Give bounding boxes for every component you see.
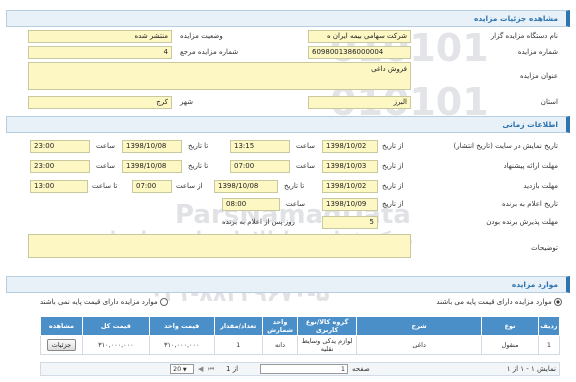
city-label: شهر	[180, 98, 193, 106]
ref-label: شماره مزایده مرجع	[180, 48, 239, 56]
winner-date: 1398/10/09	[322, 198, 378, 211]
visit-from-label: از تاریخ	[382, 182, 404, 190]
page-title: مشاهده جزئیات مزایده	[473, 14, 558, 23]
display-to-date: 1398/10/08	[122, 140, 182, 153]
offer-time-label: ساعت	[296, 162, 316, 170]
status-label: وضعیت مزایده	[180, 32, 223, 40]
pager-page-label: صفحه	[352, 365, 370, 373]
visit-from-time: 07:00	[132, 180, 172, 193]
display-to-time: 23:00	[30, 140, 90, 153]
number-field: 6098001386000004	[308, 46, 411, 59]
offer-label: مهلت ارائه پیشنهاد	[503, 162, 558, 170]
radio-no-base-price-icon	[159, 298, 168, 306]
radio-has-base-price-label: موارد مزایده دارای قیمت پایه می باشند	[436, 298, 552, 306]
display-to-label: تا تاریخ	[188, 142, 209, 150]
timing-section-title: اطلاعات زمانی	[502, 120, 558, 129]
offer-from-date: 1398/10/03	[322, 160, 378, 173]
subject-field: فروش داغی	[28, 62, 411, 90]
cell-qty: 1	[213, 335, 263, 355]
cell-desc: داغی	[355, 335, 483, 355]
offer-from-time: 07:00	[230, 160, 290, 173]
cell-unit-price: ۳۱۰,۰۰۰,۰۰۰	[148, 335, 215, 355]
visit-to-label: تا تاریخ	[284, 182, 305, 190]
items-section-title: موارد مزایده	[511, 280, 558, 289]
radio-no-base-price[interactable]: موارد مزایده دارای قیمت پایه نمی باشند	[40, 296, 168, 308]
col-qty: تعداد/مقدار	[213, 316, 263, 336]
display-from-time: 13:15	[230, 140, 290, 153]
col-desc: شرح	[355, 316, 483, 336]
col-action: مشاهده	[40, 316, 83, 336]
province-label: استان	[540, 98, 558, 106]
winner-date-label: از تاریخ	[382, 200, 404, 208]
pager-first-icon[interactable]: ⏮	[208, 363, 214, 375]
city-field: کرج	[28, 96, 172, 109]
org-field: شرکت سهامی بیمه ایران ه	[308, 30, 411, 43]
col-group: گروه کالا/نوع کاربری	[297, 316, 357, 336]
org-label: نام دستگاه مزایده گزار	[490, 32, 558, 40]
accept-suffix: روز پس از اعلام به برنده	[222, 218, 295, 226]
pager-of-label: از 1	[226, 365, 239, 373]
cell-unit: دانه	[261, 335, 299, 355]
chevron-down-icon: ▼	[181, 367, 187, 373]
col-total: قیمت کل	[81, 316, 150, 336]
col-type: نوع	[481, 316, 539, 336]
cell-row: 1	[537, 335, 561, 355]
notes-label: توضیحات	[531, 244, 558, 252]
winner-time: 08:00	[222, 198, 280, 211]
display-from-label: از تاریخ	[382, 142, 404, 150]
col-unit-price: قیمت واحد	[148, 316, 215, 336]
visit-label: مهلت بازدید	[523, 182, 558, 190]
page-title-bar: مشاهده جزئیات مزایده	[6, 10, 570, 27]
cell-group: لوازم یدکی وسایط نقلیه	[297, 335, 357, 355]
cell-type: منقول	[481, 335, 539, 355]
items-section-bar: موارد مزایده	[6, 276, 570, 293]
offer-to-date: 1398/10/08	[122, 160, 182, 173]
offer-to-time-label: ساعت	[96, 162, 116, 170]
subject-label: عنوان مزایده	[519, 72, 558, 80]
display-time-label: ساعت	[296, 142, 316, 150]
display-to-time-label: ساعت	[96, 142, 116, 150]
details-button[interactable]: جزئیات	[46, 339, 77, 351]
winner-time-label: ساعت	[286, 200, 306, 208]
visit-from-date: 1398/10/02	[322, 180, 378, 193]
number-label: شماره مزایده	[517, 48, 558, 56]
winner-label: تاریخ اعلام به برنده	[501, 200, 558, 208]
cell-total: ۳۱۰,۰۰۰,۰۰۰	[81, 335, 150, 355]
visit-from-time-label: از ساعت	[176, 182, 203, 190]
offer-to-time: 23:00	[30, 160, 90, 173]
radio-no-base-price-label: موارد مزایده دارای قیمت پایه نمی باشند	[40, 298, 158, 306]
pager-page-input[interactable]: 1	[260, 364, 348, 374]
offer-from-label: از تاریخ	[382, 162, 404, 170]
items-table-header: ردیف نوع شرح گروه کالا/نوع کاربری واحد ش…	[40, 316, 561, 336]
status-field: منتشر شده	[28, 30, 172, 43]
visit-to-time-label: تا ساعت	[92, 182, 118, 190]
items-table: ردیف نوع شرح گروه کالا/نوع کاربری واحد ش…	[40, 316, 561, 355]
notes-field	[28, 234, 411, 258]
display-label: تاریخ نمایش در سایت (تاریخ انتشار)	[453, 142, 558, 150]
cell-action: جزئیات	[40, 335, 83, 355]
radio-has-base-price-icon	[554, 298, 562, 306]
col-unit: واحد شمارش	[261, 316, 299, 336]
table-row: 1 منقول داغی لوازم یدکی وسایط نقلیه دانه…	[40, 335, 561, 355]
col-row: ردیف	[537, 316, 561, 336]
timing-section-bar: اطلاعات زمانی	[6, 116, 570, 133]
visit-to-time: 13:00	[30, 180, 88, 193]
ref-field: 4	[28, 46, 172, 59]
pager-next-icon[interactable]: ◀	[198, 363, 203, 375]
accept-field: 5	[322, 216, 378, 229]
province-field: البرز	[308, 96, 411, 109]
radio-has-base-price[interactable]: موارد مزایده دارای قیمت پایه می باشند	[436, 296, 562, 308]
display-from-date: 1398/10/02	[322, 140, 378, 153]
offer-to-label: تا تاریخ	[188, 162, 209, 170]
visit-to-date: 1398/10/08	[214, 180, 278, 193]
pager-summary: نمایش ۱ - ۱ از ۱	[506, 365, 556, 373]
accept-label: مهلت پذیرش برنده بودن	[486, 218, 558, 226]
pager-size-select[interactable]: 20 ▼	[170, 364, 194, 374]
